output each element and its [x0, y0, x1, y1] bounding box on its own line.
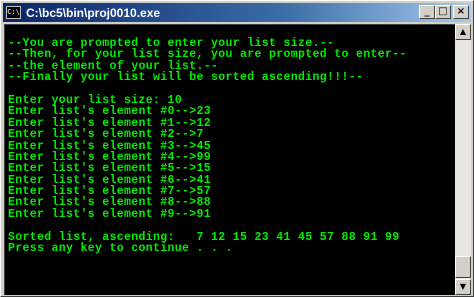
- console-line: Enter list's element #7-->57: [8, 185, 212, 199]
- console-line: Enter list's element #6-->41: [8, 173, 212, 187]
- console-line: Enter list's element #5-->15: [8, 162, 212, 176]
- console-line: Press any key to continue . . .: [8, 242, 233, 256]
- scroll-up-button[interactable]: ▲: [455, 24, 471, 40]
- console-line: Enter list's element #8-->88: [8, 196, 212, 210]
- window-controls: _ □ ×: [419, 5, 469, 19]
- scroll-down-button[interactable]: ▼: [455, 279, 471, 295]
- console-line: Enter list's element #0-->23: [8, 105, 212, 119]
- maximize-button[interactable]: □: [435, 5, 451, 19]
- minimize-button[interactable]: _: [419, 5, 435, 19]
- console-app-icon[interactable]: C:\: [6, 6, 21, 19]
- console-line: Enter list's element #1-->12: [8, 116, 212, 130]
- console-line: Enter list's element #3-->45: [8, 139, 212, 153]
- console-line: --You are prompted to enter your list si…: [8, 37, 335, 50]
- vertical-scrollbar[interactable]: ▲ ▼: [455, 24, 471, 295]
- scroll-thumb[interactable]: [455, 256, 471, 278]
- console-line: Enter list's element #4-->99: [8, 150, 212, 164]
- console-line: --the element of your list.--: [8, 59, 219, 73]
- console-line: Enter list's element #2-->7: [8, 128, 204, 142]
- console-line: --Finally your list will be sorted ascen…: [8, 71, 364, 85]
- title-bar[interactable]: C:\ C:\bc5\bin\proj0010.exe _ □ ×: [3, 3, 471, 22]
- console-window: C:\ C:\bc5\bin\proj0010.exe _ □ × --You …: [0, 0, 474, 297]
- console-line: --Then, for your list size, you are prom…: [8, 48, 407, 62]
- console-line: Enter list's element #9-->91: [8, 207, 212, 221]
- close-button[interactable]: ×: [453, 5, 469, 19]
- window-title: C:\bc5\bin\proj0010.exe: [26, 5, 161, 20]
- console-lines: --You are prompted to enter your list si…: [5, 25, 455, 256]
- console-output[interactable]: --You are prompted to enter your list si…: [4, 24, 455, 295]
- console-line: Sorted list, ascending: 7 12 15 23 41 45…: [8, 230, 400, 244]
- console-line: Enter your list size: 10: [8, 93, 183, 107]
